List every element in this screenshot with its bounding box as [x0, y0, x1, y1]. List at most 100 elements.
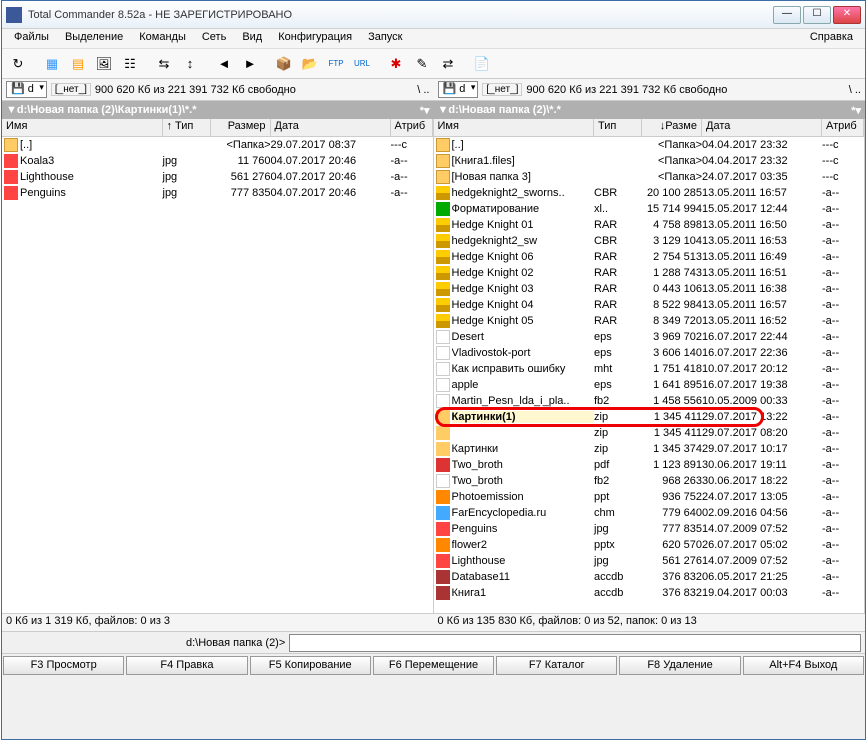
file-icon — [436, 458, 450, 472]
menu-view[interactable]: Вид — [234, 29, 270, 48]
menu-commands[interactable]: Команды — [131, 29, 194, 48]
f6-move[interactable]: F6 Перемещение — [373, 656, 494, 675]
back-icon[interactable]: ◄ — [212, 52, 236, 76]
pack-icon[interactable]: 📦 — [272, 52, 296, 76]
file-row[interactable]: hedgeknight2_sworns..CBR20 100 28513.05.… — [434, 185, 865, 201]
file-row[interactable]: Vladivostok-porteps3 606 14016.07.2017 2… — [434, 345, 865, 361]
file-row[interactable]: Картинки(1)zip1 345 41129.07.2017 13:22-… — [434, 409, 865, 425]
file-type: RAR — [594, 219, 642, 231]
file-row[interactable]: Koala3jpg11 76004.07.2017 20:46-a-- — [2, 153, 433, 169]
left-nav-root[interactable]: \ .. — [417, 84, 429, 96]
full-view-icon[interactable]: ▤ — [66, 52, 90, 76]
maximize-button[interactable]: ☐ — [803, 6, 831, 24]
file-row[interactable]: [..]<Папка>29.07.2017 08:37---c — [2, 137, 433, 153]
command-input[interactable] — [289, 634, 861, 652]
file-row[interactable]: Hedge Knight 02RAR1 288 74313.05.2011 16… — [434, 265, 865, 281]
left-path[interactable]: ▼d:\Новая папка (2)\Картинки(1)\*.**▾ — [2, 101, 434, 119]
file-row[interactable]: Hedge Knight 01RAR4 758 89813.05.2011 16… — [434, 217, 865, 233]
col-size[interactable]: ↓Разме — [642, 119, 702, 136]
right-file-list[interactable]: [..]<Папка>04.04.2017 23:32---c[Книга1.f… — [434, 137, 865, 613]
file-row[interactable]: zip1 345 41129.07.2017 08:20-a-- — [434, 425, 865, 441]
file-name: Photoemission — [452, 491, 595, 503]
f8-delete[interactable]: F8 Удаление — [619, 656, 740, 675]
file-row[interactable]: Hedge Knight 04RAR8 522 98413.05.2011 16… — [434, 297, 865, 313]
file-row[interactable]: FarEncyclopedia.ruchm779 64002.09.2016 0… — [434, 505, 865, 521]
file-icon — [436, 490, 450, 504]
search-icon[interactable]: ✱ — [384, 52, 408, 76]
file-row[interactable]: flower2pptx620 57026.07.2017 05:02-a-- — [434, 537, 865, 553]
col-date[interactable]: Дата — [271, 119, 391, 136]
file-name: Как исправить ошибку — [452, 363, 595, 375]
right-path[interactable]: ▼d:\Новая папка (2)\*.**▾ — [434, 101, 866, 119]
file-row[interactable]: Как исправить ошибкуmht1 751 41810.07.20… — [434, 361, 865, 377]
right-drive-select[interactable]: 💾 d — [438, 81, 479, 98]
thumb-view-icon[interactable]: 🖼 — [92, 52, 116, 76]
col-attr[interactable]: Атриб — [391, 119, 433, 136]
menu-files[interactable]: Файлы — [6, 29, 57, 48]
minimize-button[interactable]: — — [773, 6, 801, 24]
file-row[interactable]: Форматированиеxl..15 714 99415.05.2017 1… — [434, 201, 865, 217]
col-type[interactable]: Тип — [594, 119, 642, 136]
tree-view-icon[interactable]: ☷ — [118, 52, 142, 76]
menu-config[interactable]: Конфигурация — [270, 29, 360, 48]
file-row[interactable]: [..]<Папка>04.04.2017 23:32---c — [434, 137, 865, 153]
file-row[interactable]: appleeps1 641 89516.07.2017 19:38-a-- — [434, 377, 865, 393]
right-nav-root[interactable]: \ .. — [849, 84, 861, 96]
notepad-icon[interactable]: 📄 — [470, 52, 494, 76]
close-button[interactable]: ✕ — [833, 6, 861, 24]
f3-view[interactable]: F3 Просмотр — [3, 656, 124, 675]
file-row[interactable]: Lighthousejpg561 27614.07.2009 07:52-a-- — [434, 553, 865, 569]
brief-view-icon[interactable]: ▦ — [40, 52, 64, 76]
file-row[interactable]: hedgeknight2_swCBR3 129 10413.05.2011 16… — [434, 233, 865, 249]
file-name: [..] — [20, 139, 163, 151]
command-bar: d:\Новая папка (2)> — [2, 631, 865, 653]
url-icon[interactable]: URL — [350, 52, 374, 76]
col-name[interactable]: Имя — [434, 119, 595, 136]
sort-icon[interactable]: ↕ — [178, 52, 202, 76]
invert-sel-icon[interactable]: ⇆ — [152, 52, 176, 76]
file-row[interactable]: Two_brothfb2968 26330.06.2017 18:22-a-- — [434, 473, 865, 489]
file-row[interactable]: Книга1accdb376 83219.04.2017 00:03-a-- — [434, 585, 865, 601]
f7-mkdir[interactable]: F7 Каталог — [496, 656, 617, 675]
file-row[interactable]: Two_brothpdf1 123 89130.06.2017 19:11-a-… — [434, 457, 865, 473]
file-row[interactable]: Hedge Knight 03RAR0 443 10613.05.2011 16… — [434, 281, 865, 297]
file-size: 936 752 — [642, 491, 702, 503]
forward-icon[interactable]: ► — [238, 52, 262, 76]
file-row[interactable]: Картинкиzip1 345 37429.07.2017 10:17-a-- — [434, 441, 865, 457]
ftp-icon[interactable]: FTP — [324, 52, 348, 76]
f5-copy[interactable]: F5 Копирование — [250, 656, 371, 675]
file-row[interactable]: Penguinsjpg777 83504.07.2017 20:46-a-- — [2, 185, 433, 201]
f4-edit[interactable]: F4 Правка — [126, 656, 247, 675]
file-row[interactable]: Lighthousejpg561 27604.07.2017 20:46-a-- — [2, 169, 433, 185]
file-row[interactable]: Photoemissionppt936 75224.07.2017 13:05-… — [434, 489, 865, 505]
menu-selection[interactable]: Выделение — [57, 29, 131, 48]
menu-help[interactable]: Справка — [802, 29, 861, 48]
col-type[interactable]: ↑ Тип — [163, 119, 211, 136]
menu-start[interactable]: Запуск — [360, 29, 410, 48]
unpack-icon[interactable]: 📂 — [298, 52, 322, 76]
col-size[interactable]: Размер — [211, 119, 271, 136]
file-size: 777 835 — [211, 187, 271, 199]
altf4-exit[interactable]: Alt+F4 Выход — [743, 656, 864, 675]
col-attr[interactable]: Атриб — [822, 119, 864, 136]
multi-rename-icon[interactable]: ✎ — [410, 52, 434, 76]
left-file-list[interactable]: [..]<Папка>29.07.2017 08:37---cKoala3jpg… — [2, 137, 433, 613]
file-attr: -a-- — [822, 555, 864, 567]
file-row[interactable]: Database11accdb376 83206.05.2017 21:25-a… — [434, 569, 865, 585]
file-attr: -a-- — [822, 491, 864, 503]
file-name: Penguins — [452, 523, 595, 535]
refresh-icon[interactable]: ↻ — [6, 52, 30, 76]
file-row[interactable]: Hedge Knight 05RAR8 349 72013.05.2011 16… — [434, 313, 865, 329]
file-row[interactable]: Deserteps3 969 70216.07.2017 22:44-a-- — [434, 329, 865, 345]
col-name[interactable]: Имя — [2, 119, 163, 136]
file-size: <Папка> — [642, 171, 702, 183]
file-row[interactable]: Martin_Pesn_lda_i_pla..fb21 458 55610.05… — [434, 393, 865, 409]
file-row[interactable]: [Книга1.files]<Папка>04.04.2017 23:32---… — [434, 153, 865, 169]
file-row[interactable]: Hedge Knight 06RAR2 754 51313.05.2011 16… — [434, 249, 865, 265]
menu-net[interactable]: Сеть — [194, 29, 234, 48]
sync-icon[interactable]: ⇄ — [436, 52, 460, 76]
file-row[interactable]: Penguinsjpg777 83514.07.2009 07:52-a-- — [434, 521, 865, 537]
file-row[interactable]: [Новая папка 3]<Папка>24.07.2017 03:35--… — [434, 169, 865, 185]
left-drive-select[interactable]: 💾 d — [6, 81, 47, 98]
col-date[interactable]: Дата — [702, 119, 822, 136]
